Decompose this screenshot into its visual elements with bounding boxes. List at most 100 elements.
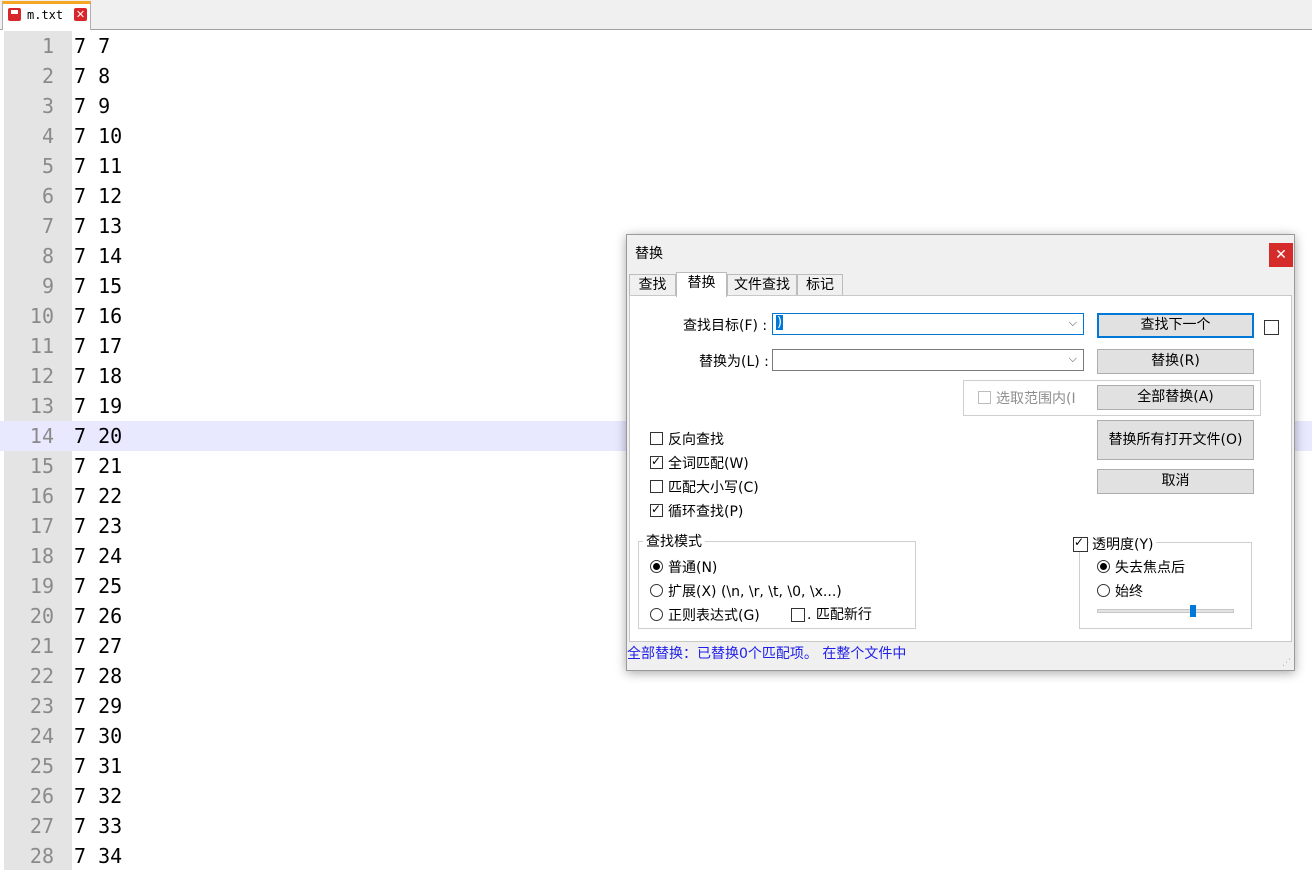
line-text[interactable]: 7 10 bbox=[74, 121, 122, 151]
line-number: 3 bbox=[41, 94, 54, 118]
line-text[interactable]: 7 23 bbox=[74, 511, 122, 541]
line-text[interactable]: 7 16 bbox=[74, 301, 122, 331]
editor-line[interactable]: 27 7 33 bbox=[0, 811, 1312, 841]
line-text[interactable]: 7 25 bbox=[74, 571, 122, 601]
line-number: 10 bbox=[29, 304, 54, 328]
close-tab-icon[interactable]: ✕ bbox=[74, 8, 87, 21]
tab-mark[interactable]: 标记 bbox=[797, 274, 843, 295]
replace-all-open-files-button[interactable]: 替换所有打开文件(O) bbox=[1097, 420, 1254, 460]
file-tab[interactable]: m.txt ✕ bbox=[2, 1, 91, 30]
line-number: 5 bbox=[41, 154, 54, 178]
transparency-slider-thumb[interactable] bbox=[1189, 605, 1196, 617]
transparency-slider-track[interactable] bbox=[1097, 609, 1234, 613]
line-number: 9 bbox=[41, 274, 54, 298]
line-text[interactable]: 7 31 bbox=[74, 751, 122, 781]
line-text[interactable]: 7 27 bbox=[74, 631, 122, 661]
line-text[interactable]: 7 9 bbox=[74, 91, 110, 121]
find-input[interactable]: ) ⌵ bbox=[772, 313, 1084, 335]
dot-newline-checkbox[interactable] bbox=[791, 608, 805, 622]
replace-button[interactable]: 替换(R) bbox=[1097, 349, 1254, 374]
line-text[interactable]: 7 12 bbox=[74, 181, 122, 211]
editor-line[interactable]: 1 7 7 bbox=[0, 31, 1312, 61]
floppy-disk-icon bbox=[8, 8, 21, 21]
find-next-button[interactable]: 查找下一个 bbox=[1097, 313, 1254, 338]
line-text[interactable]: 7 20 bbox=[74, 421, 122, 451]
wrap-around-label: 循环查找(P) bbox=[668, 504, 744, 520]
line-number: 16 bbox=[29, 484, 54, 508]
line-number: 19 bbox=[29, 574, 54, 598]
editor-line[interactable]: 5 7 11 bbox=[0, 151, 1312, 181]
replace-all-button[interactable]: 全部替换(A) bbox=[1097, 385, 1254, 410]
line-text[interactable]: 7 32 bbox=[74, 781, 122, 811]
editor-line[interactable]: 26 7 32 bbox=[0, 781, 1312, 811]
mode-regex-radio[interactable] bbox=[650, 608, 663, 621]
line-number: 13 bbox=[29, 394, 54, 418]
chevron-down-icon[interactable]: ⌵ bbox=[1069, 352, 1077, 366]
editor-line[interactable]: 25 7 31 bbox=[0, 751, 1312, 781]
line-text[interactable]: 7 21 bbox=[74, 451, 122, 481]
on-lose-focus-label: 失去焦点后 bbox=[1115, 560, 1185, 576]
file-tab-label: m.txt bbox=[27, 8, 64, 22]
line-text[interactable]: 7 19 bbox=[74, 391, 122, 421]
line-number: 12 bbox=[29, 364, 54, 388]
chevron-down-icon[interactable]: ⌵ bbox=[1069, 316, 1077, 330]
replace-input[interactable]: ⌵ bbox=[772, 349, 1084, 371]
editor-line[interactable]: 2 7 8 bbox=[0, 61, 1312, 91]
line-text[interactable]: 7 8 bbox=[74, 61, 110, 91]
line-number: 28 bbox=[29, 844, 54, 868]
whole-word-checkbox[interactable] bbox=[650, 454, 663, 469]
transparency-title: 透明度(Y) bbox=[1089, 534, 1157, 554]
editor-line[interactable]: 6 7 12 bbox=[0, 181, 1312, 211]
resize-grip-icon[interactable]: ⋰ bbox=[1282, 658, 1292, 668]
line-text[interactable]: 7 29 bbox=[74, 691, 122, 721]
editor-line[interactable]: 4 7 10 bbox=[0, 121, 1312, 151]
editor-line[interactable]: 28 7 34 bbox=[0, 841, 1312, 871]
line-number: 26 bbox=[29, 784, 54, 808]
tab-replace[interactable]: 替换 bbox=[676, 272, 727, 297]
in-selection-checkbox bbox=[978, 391, 991, 404]
line-number: 2 bbox=[41, 64, 54, 88]
line-number: 18 bbox=[29, 544, 54, 568]
status-message: 全部替换：已替换0个匹配项。 在整个文件中 bbox=[627, 646, 907, 662]
wrap-around-checkbox[interactable] bbox=[650, 502, 663, 517]
match-case-checkbox[interactable] bbox=[650, 480, 663, 493]
line-text[interactable]: 7 24 bbox=[74, 541, 122, 571]
line-number: 11 bbox=[29, 334, 54, 358]
line-text[interactable]: 7 18 bbox=[74, 361, 122, 391]
whole-word-label: 全词匹配(W) bbox=[668, 456, 749, 472]
on-lose-focus-radio[interactable] bbox=[1097, 560, 1110, 573]
line-text[interactable]: 7 7 bbox=[74, 31, 110, 61]
line-number: 20 bbox=[29, 604, 54, 628]
line-text[interactable]: 7 26 bbox=[74, 601, 122, 631]
mode-normal-radio[interactable] bbox=[650, 560, 663, 573]
editor-line[interactable]: 3 7 9 bbox=[0, 91, 1312, 121]
extra-checkbox[interactable] bbox=[1264, 320, 1279, 335]
line-text[interactable]: 7 17 bbox=[74, 331, 122, 361]
editor-line[interactable]: 24 7 30 bbox=[0, 721, 1312, 751]
line-number: 24 bbox=[29, 724, 54, 748]
tab-find-in-files[interactable]: 文件查找 bbox=[727, 274, 797, 295]
mode-extended-radio[interactable] bbox=[650, 584, 663, 597]
replace-dialog: 替换 ✕ 查找 替换 文件查找 标记 查找目标(F) : ) ⌵ 查找下一个 替… bbox=[626, 234, 1295, 671]
line-text[interactable]: 7 22 bbox=[74, 481, 122, 511]
cancel-button[interactable]: 取消 bbox=[1097, 469, 1254, 494]
line-text[interactable]: 7 11 bbox=[74, 151, 122, 181]
tab-find[interactable]: 查找 bbox=[629, 274, 676, 295]
line-text[interactable]: 7 14 bbox=[74, 241, 122, 271]
close-icon[interactable]: ✕ bbox=[1269, 243, 1293, 267]
line-text[interactable]: 7 28 bbox=[74, 661, 122, 691]
line-number: 15 bbox=[29, 454, 54, 478]
transparency-checkbox[interactable] bbox=[1073, 535, 1088, 552]
dialog-title: 替换 bbox=[635, 246, 663, 262]
editor-line[interactable]: 23 7 29 bbox=[0, 691, 1312, 721]
line-text[interactable]: 7 15 bbox=[74, 271, 122, 301]
line-text[interactable]: 7 33 bbox=[74, 811, 122, 841]
line-text[interactable]: 7 30 bbox=[74, 721, 122, 751]
always-radio[interactable] bbox=[1097, 584, 1110, 597]
line-number: 21 bbox=[29, 634, 54, 658]
backward-checkbox[interactable] bbox=[650, 432, 663, 445]
line-number: 6 bbox=[41, 184, 54, 208]
line-text[interactable]: 7 13 bbox=[74, 211, 122, 241]
line-text[interactable]: 7 34 bbox=[74, 841, 122, 871]
line-number: 7 bbox=[41, 214, 54, 238]
